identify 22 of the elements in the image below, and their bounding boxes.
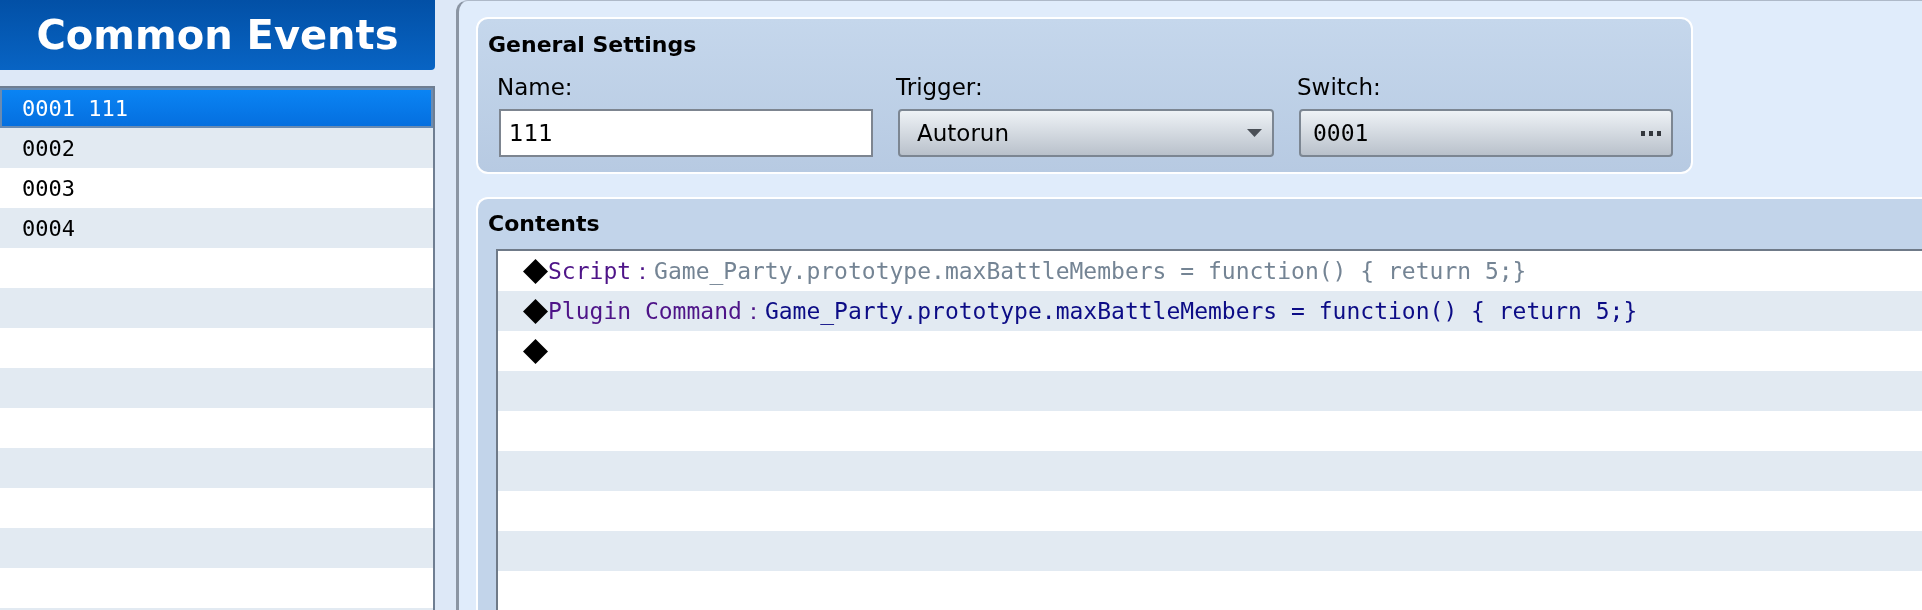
command-name: Script： <box>548 256 655 286</box>
diamond-icon <box>523 338 548 364</box>
trigger-dropdown[interactable]: Autorun <box>898 109 1274 157</box>
section-title: Contents <box>488 210 600 238</box>
diamond-icon <box>523 298 548 324</box>
event-list-item[interactable]: 0001 111 <box>0 88 433 128</box>
event-list-item[interactable]: 0004 <box>0 208 433 248</box>
caret-icon <box>1247 129 1262 137</box>
name-field[interactable]: 111 <box>499 109 873 157</box>
command-name: Plugin Command： <box>548 296 765 326</box>
switch-selector[interactable]: 0001 <box>1299 109 1673 157</box>
field-label: Switch: <box>1297 73 1381 102</box>
command-text: Game_Party.prototype.maxBattleMembers = function() { return 5;} <box>764 298 1638 324</box>
event-list-item[interactable]: 0002 <box>0 128 433 168</box>
ellipsis-icon <box>1641 130 1661 136</box>
event-list-item[interactable]: 0003 <box>0 168 433 208</box>
command-text: Game_Party.prototype.maxBattleMembers = function() { return 5;} <box>654 258 1527 284</box>
field-label: Trigger: <box>896 73 983 102</box>
panel-title: Common Events <box>0 0 435 70</box>
section-title: General Settings <box>488 31 697 59</box>
diamond-icon <box>523 258 548 284</box>
field-label: Name: <box>497 73 573 102</box>
